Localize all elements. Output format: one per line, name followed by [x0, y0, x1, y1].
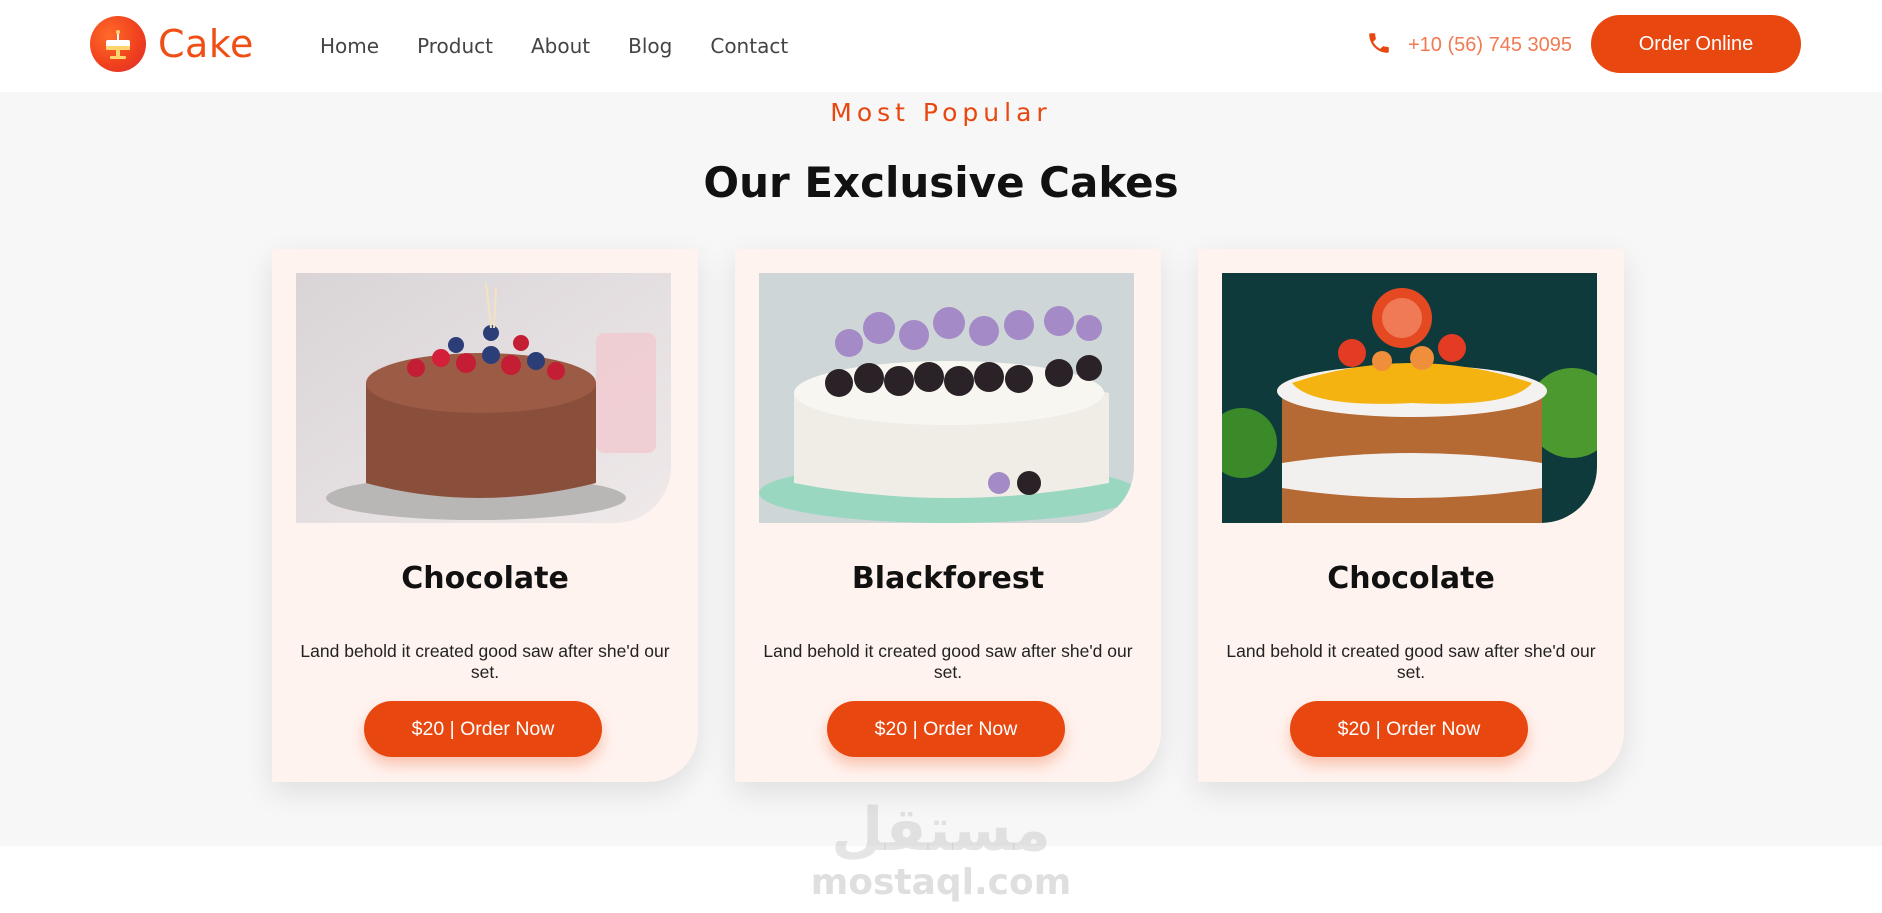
- order-now-button[interactable]: $20 | Order Now: [827, 701, 1065, 757]
- product-card: Chocolate Land behold it created good sa…: [272, 249, 698, 782]
- section-title: Our Exclusive Cakes: [703, 158, 1179, 207]
- blackforest-cake-image: [759, 273, 1134, 523]
- chocolate-cake-image: [296, 273, 671, 523]
- phone-contact[interactable]: +10 (56) 745 3095: [1366, 30, 1572, 61]
- order-now-button[interactable]: $20 | Order Now: [364, 701, 602, 757]
- card-list: Chocolate Land behold it created good sa…: [272, 249, 1624, 782]
- nav-product[interactable]: Product: [417, 34, 493, 58]
- logo[interactable]: Cake: [90, 16, 254, 72]
- section-eyebrow: Most Popular: [830, 98, 1052, 127]
- nav-about[interactable]: About: [531, 34, 590, 58]
- card-description: Land behold it created good saw after sh…: [1226, 641, 1596, 682]
- cake-icon: [90, 16, 146, 72]
- popular-section: Most Popular Our Exclusive Cakes Chocola…: [0, 92, 1882, 846]
- phone-number: +10 (56) 745 3095: [1407, 34, 1572, 56]
- product-card: Chocolate Land behold it created good sa…: [1198, 249, 1624, 782]
- main-nav: Home Product About Blog Contact: [320, 34, 788, 58]
- card-description: Land behold it created good saw after sh…: [763, 641, 1133, 682]
- order-online-button[interactable]: Order Online: [1591, 15, 1801, 73]
- product-card: Blackforest Land behold it created good …: [735, 249, 1161, 782]
- site-header: Cake Home Product About Blog Contact +10…: [0, 0, 1882, 92]
- card-description: Land behold it created good saw after sh…: [300, 641, 670, 682]
- nav-contact[interactable]: Contact: [710, 34, 788, 58]
- nav-home[interactable]: Home: [320, 34, 379, 58]
- phone-icon: [1366, 30, 1392, 61]
- card-title: Blackforest: [851, 561, 1045, 596]
- watermark-latin: mostaql.com: [810, 862, 1072, 903]
- card-title: Chocolate: [1327, 561, 1495, 596]
- order-now-button[interactable]: $20 | Order Now: [1290, 701, 1528, 757]
- card-title: Chocolate: [401, 561, 569, 596]
- logo-text: Cake: [158, 22, 254, 66]
- orange-cake-image: [1222, 273, 1597, 523]
- nav-blog[interactable]: Blog: [628, 34, 672, 58]
